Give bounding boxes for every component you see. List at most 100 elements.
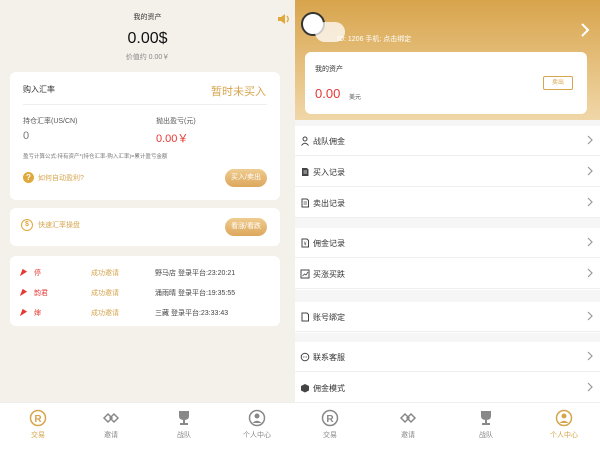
tab-label: 个人中心 <box>550 432 578 439</box>
svg-text:R: R <box>34 414 42 425</box>
menu-rise-fall[interactable]: 买涨买跌 <box>295 259 600 289</box>
menu-commission-mode[interactable]: 佣金模式 <box>295 373 600 403</box>
trophy-icon <box>481 411 491 425</box>
menu-group-1: 战队佣金 买入记录 卖出记录 <box>295 126 600 218</box>
tab-team[interactable]: 战队 <box>456 409 516 440</box>
invite-icon <box>399 412 417 424</box>
document-icon <box>302 168 309 176</box>
profile-header: ID: 1206 手机: 点击绑定 我的资产 0.00 美元 卖出 <box>295 0 600 120</box>
menu-commission-records[interactable]: ¥ 佣金记录 <box>295 228 600 258</box>
holding-rate-value: 0 <box>23 130 30 142</box>
speaker-icon[interactable] <box>277 12 291 26</box>
menu-sell-records[interactable]: 卖出记录 <box>295 188 600 218</box>
feed-login: 三藏 登录平台:23:33:43 <box>155 310 229 317</box>
chevron-right-icon <box>587 166 593 176</box>
rate-card-title: 购入汇率 <box>23 85 55 94</box>
menu-label: 买入记录 <box>313 168 345 177</box>
chevron-right-icon <box>587 382 593 392</box>
feed-status: 成功邀请 <box>91 290 119 297</box>
menu-group-2: ¥ 佣金记录 买涨买跌 <box>295 228 600 290</box>
flag-icon <box>19 268 28 277</box>
assets-card: 我的资产 0.00 美元 卖出 <box>305 52 587 114</box>
tab-label: 交易 <box>31 432 45 439</box>
flag-icon <box>19 308 28 317</box>
tab-invite[interactable]: 邀请 <box>81 409 141 440</box>
menu-group-4: 联系客服 佣金模式 <box>295 342 600 404</box>
profile-screen: ID: 1206 手机: 点击绑定 我的资产 0.00 美元 卖出 战队佣金 买… <box>295 0 600 450</box>
quick-trade-label: 快速汇率操盘 <box>38 222 80 229</box>
trade-screen: 我的资产 0.00$ 价值约 0.00￥ 购入汇率 暂时未买入 持仓汇率(US/… <box>0 0 295 450</box>
tab-trade[interactable]: R 交易 <box>8 409 68 440</box>
chart-icon <box>300 269 310 279</box>
user-icon <box>301 136 309 146</box>
document-icon <box>301 198 309 208</box>
feed-login: 野马店 登录平台:23:20:21 <box>155 270 236 277</box>
feed-row: 停 成功邀请 野马店 登录平台:23:20:21 <box>10 266 280 280</box>
divider <box>23 104 267 105</box>
tab-trade[interactable]: R 交易 <box>300 409 360 440</box>
menu-customer-service[interactable]: 联系客服 <box>295 342 600 372</box>
tab-label: 个人中心 <box>243 432 271 439</box>
assets-unit: 美元 <box>349 95 362 101</box>
cube-icon <box>301 384 309 393</box>
user-icon <box>555 409 573 427</box>
feed-name: 韵君 <box>34 290 48 297</box>
tab-bar: R 交易 邀请 战队 个人中心 <box>295 402 600 450</box>
flag-icon <box>19 288 28 297</box>
feed-status: 成功邀请 <box>91 270 119 277</box>
quick-trade-row[interactable]: $ 快速汇率操盘 <box>21 219 80 231</box>
menu-group-3: 账号绑定 <box>295 302 600 333</box>
trophy-icon <box>179 411 189 425</box>
menu-label: 佣金模式 <box>313 384 345 393</box>
menu-team-commission[interactable]: 战队佣金 <box>295 126 600 156</box>
assets-header: 我的资产 0.00$ 价值约 0.00￥ <box>0 0 295 66</box>
document-icon <box>301 312 309 322</box>
sell-profit-value: 0.00￥ <box>156 133 189 145</box>
menu-label: 卖出记录 <box>313 199 345 208</box>
rise-fall-button[interactable]: 看涨/看跌 <box>225 218 267 236</box>
tab-label: 交易 <box>323 432 337 439</box>
rate-status: 暂时未买入 <box>211 86 266 98</box>
feed-row: 韵君 成功邀请 涌雨晴 登录平台:19:35:55 <box>10 286 280 300</box>
invite-icon <box>102 412 120 424</box>
menu-buy-records[interactable]: 买入记录 <box>295 157 600 187</box>
assets-value-cny: 价值约 0.00￥ <box>125 54 170 61</box>
chevron-right-icon <box>587 351 593 361</box>
menu-label: 联系客服 <box>313 353 345 362</box>
tab-label: 战队 <box>479 432 493 439</box>
feed-name: 停 <box>34 270 41 277</box>
menu-label: 买涨买跌 <box>313 270 345 279</box>
menu-label: 佣金记录 <box>313 239 345 248</box>
trade-icon: R <box>321 409 339 427</box>
howto-text: 如何自动盈利? <box>38 174 84 182</box>
tab-profile[interactable]: 个人中心 <box>227 409 287 440</box>
profit-formula: 盈亏计算公式:持有资产*(持仓汇率-购入汇率)=累计盈亏金额 <box>23 154 168 160</box>
buy-sell-button[interactable]: 买入/卖出 <box>225 169 267 187</box>
coin-icon: $ <box>21 219 33 231</box>
document-icon: ¥ <box>301 238 309 248</box>
howto-link[interactable]: ? 如何自动盈利? <box>23 172 84 183</box>
trade-icon: R <box>29 409 47 427</box>
chat-icon <box>300 352 310 362</box>
assets-amount: 0.00$ <box>127 30 168 47</box>
svg-text:R: R <box>326 414 334 425</box>
tab-label: 邀请 <box>401 432 415 439</box>
tab-profile[interactable]: 个人中心 <box>534 409 594 440</box>
assets-title: 我的资产 <box>315 66 343 73</box>
user-icon <box>248 409 266 427</box>
tab-team[interactable]: 战队 <box>154 409 214 440</box>
holding-rate-label: 持仓汇率(US/CN) <box>23 118 78 125</box>
chevron-right-icon <box>587 197 593 207</box>
user-id[interactable]: ID: 1206 手机: 点击绑定 <box>337 34 411 44</box>
feed-name: 婶 <box>34 310 41 317</box>
tab-label: 战队 <box>177 432 191 439</box>
sell-button[interactable]: 卖出 <box>543 76 573 90</box>
menu-account-binding[interactable]: 账号绑定 <box>295 302 600 332</box>
chevron-right-icon <box>587 237 593 247</box>
chevron-right-icon[interactable] <box>580 22 590 38</box>
assets-title: 我的资产 <box>133 14 162 21</box>
chevron-right-icon <box>587 268 593 278</box>
quick-trade-card: $ 快速汇率操盘 看涨/看跌 <box>10 208 280 246</box>
sell-profit-label: 抛出盈亏(元) <box>156 118 196 125</box>
tab-invite[interactable]: 邀请 <box>378 409 438 440</box>
